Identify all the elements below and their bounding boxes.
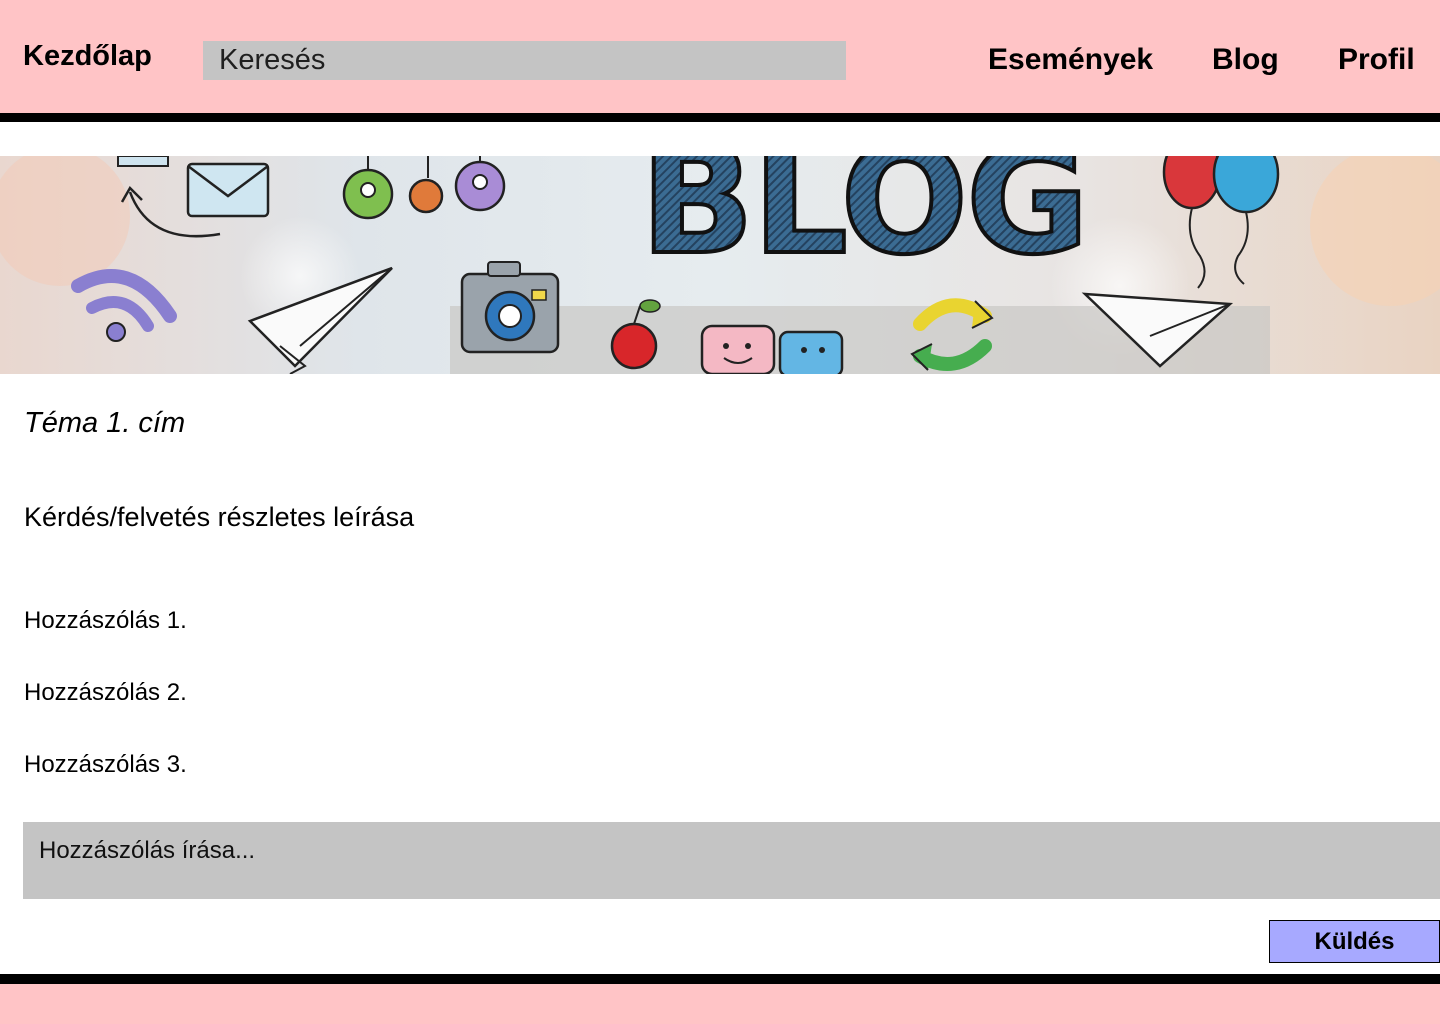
home-link[interactable]: Kezdőlap <box>23 40 152 73</box>
comment-item: Hozzászólás 2. <box>24 679 187 706</box>
comment-input[interactable] <box>23 822 1440 899</box>
topic-title: Téma 1. cím <box>24 407 186 439</box>
top-navigation-bar: Kezdőlap Események Blog Profil <box>0 0 1440 113</box>
nav-item-blog[interactable]: Blog <box>1212 43 1279 77</box>
nav-item-profile[interactable]: Profil <box>1338 43 1415 77</box>
chat-bubbles-icon <box>700 324 844 374</box>
footer-divider <box>0 974 1440 984</box>
camera-icon <box>460 261 560 354</box>
send-button[interactable]: Küldés <box>1269 920 1440 963</box>
header-divider <box>0 113 1440 122</box>
svg-text:BLOG: BLOG <box>640 156 1087 288</box>
blog-wordmark: BLOG <box>638 156 1091 290</box>
blog-banner-image: BLOG <box>0 156 1440 374</box>
comment-item: Hozzászólás 3. <box>24 751 187 778</box>
topic-description: Kérdés/felvetés részletes leírása <box>24 502 415 532</box>
comment-item: Hozzászólás 1. <box>24 607 187 634</box>
footer <box>0 984 1440 1024</box>
search-input[interactable] <box>203 41 846 80</box>
nav-item-events[interactable]: Események <box>988 43 1153 77</box>
